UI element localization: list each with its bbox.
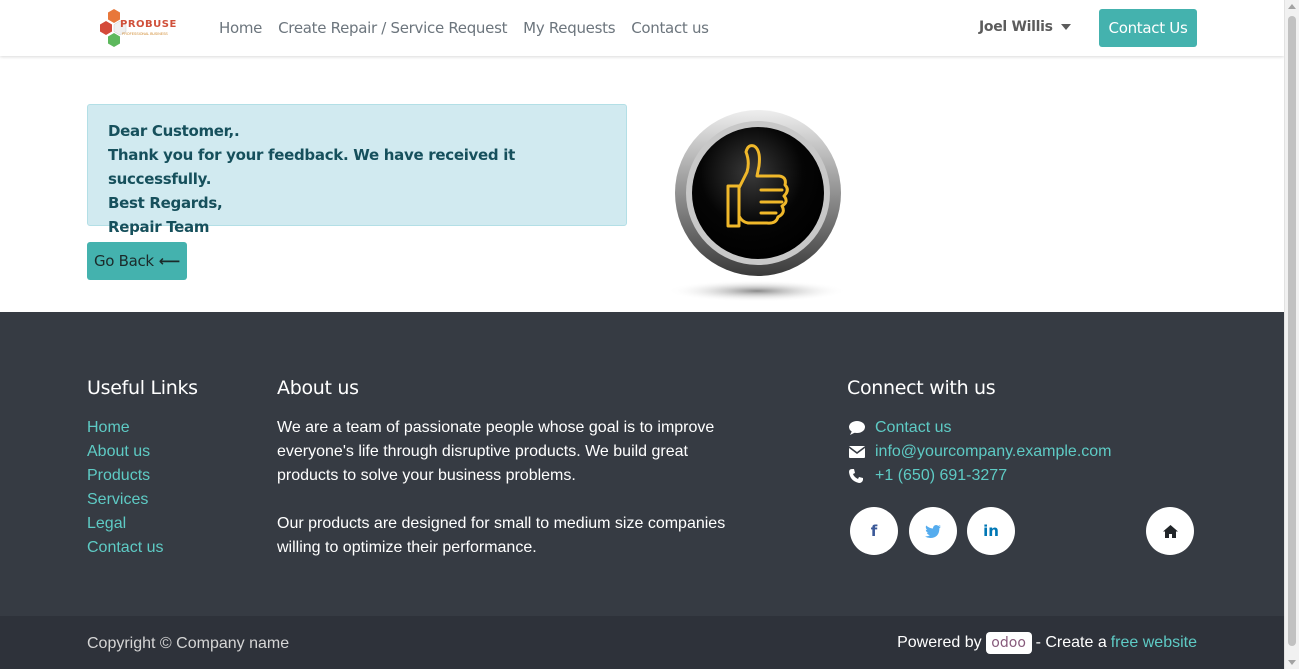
useful-links-heading: Useful Links [87,377,198,399]
alert-regards: Best Regards, [108,194,223,212]
logo-text: PROBUSE [120,19,177,30]
copyright-text: Copyright © Company name [87,635,290,652]
odoo-logo-text: odoo [991,635,1026,651]
about-heading: About us [277,377,359,399]
vertical-scrollbar[interactable] [1284,0,1299,669]
connect-item: +1 (650) 691-3277 [849,464,1112,488]
nav-my-requests-link[interactable]: My Requests [515,19,623,37]
site-footer: Useful Links Home About us Products Serv… [0,312,1284,616]
create-text: - Create a [1035,634,1107,651]
nav-create-request-link[interactable]: Create Repair / Service Request [270,19,515,37]
contact-us-button[interactable]: Contact Us [1099,9,1197,47]
feedback-alert: Dear Customer,. Thank you for your feedb… [87,104,627,236]
logo-subtext: PROFESSIONAL BUSINESS [122,32,168,36]
about-paragraph-2: Our products are designed for small to m… [277,515,726,556]
powered-by: Powered by odoo - Create a free website [897,632,1197,654]
footer-link-services[interactable]: Services [87,488,163,512]
linkedin-button[interactable]: in [967,507,1015,555]
facebook-button[interactable]: f [850,507,898,555]
alert-thanks: Thank you for your feedback. We have rec… [108,146,515,188]
envelope-icon [849,446,875,458]
about-text: We are a team of passionate people whose… [277,416,737,560]
phone-icon [849,469,875,483]
thumbs-up-icon [664,110,850,306]
footer-link-home[interactable]: Home [87,416,163,440]
twitter-icon [925,524,941,538]
about-paragraph-1: We are a team of passionate people whose… [277,419,715,484]
arrow-left-icon: ⟵ [158,252,181,270]
useful-links-list: Home About us Products Services Legal Co… [87,416,163,560]
nav-contact-link[interactable]: Contact us [623,19,716,37]
scrollbar-thumb[interactable] [1288,16,1296,646]
user-name: Joel Willis [979,19,1053,35]
main-nav: Home Create Repair / Service Request My … [211,0,717,56]
scroll-up-arrow-icon[interactable] [1288,4,1296,9]
facebook-icon: f [870,522,878,540]
connect-phone-link[interactable]: +1 (650) 691-3277 [875,467,1007,485]
scroll-down-arrow-icon[interactable] [1288,660,1296,665]
connect-list: Contact us info@yourcompany.example.com … [849,416,1112,488]
alert-greeting: Dear Customer,. [108,122,240,140]
connect-contact-link[interactable]: Contact us [875,419,951,437]
footer-link-products[interactable]: Products [87,464,163,488]
connect-item: info@yourcompany.example.com [849,440,1112,464]
odoo-logo[interactable]: odoo [985,632,1032,654]
connect-item: Contact us [849,416,1112,440]
twitter-button[interactable] [909,507,957,555]
alert-signature: Repair Team [108,218,210,236]
linkedin-icon: in [983,522,999,540]
comment-icon [849,421,875,435]
top-navbar: PROBUSE PROFESSIONAL BUSINESS Home Creat… [0,0,1284,56]
go-back-label: Go Back [93,252,154,270]
footer-link-legal[interactable]: Legal [87,512,163,536]
home-icon [1162,524,1178,538]
copyright-bar: Copyright © Company name Powered by odoo… [0,616,1284,669]
go-back-button[interactable]: Go Back ⟵ [87,242,187,280]
powered-by-label: Powered by [897,634,982,651]
user-dropdown[interactable]: Joel Willis [979,19,1071,35]
connect-heading: Connect with us [847,377,996,399]
home-social-button[interactable] [1146,507,1194,555]
company-logo[interactable]: PROBUSE PROFESSIONAL BUSINESS [98,7,178,49]
nav-home-link[interactable]: Home [211,19,270,37]
footer-link-contact[interactable]: Contact us [87,536,163,560]
caret-down-icon [1060,24,1071,30]
free-website-link[interactable]: free website [1111,634,1197,652]
footer-link-about[interactable]: About us [87,440,163,464]
connect-email-link[interactable]: info@yourcompany.example.com [875,443,1112,461]
